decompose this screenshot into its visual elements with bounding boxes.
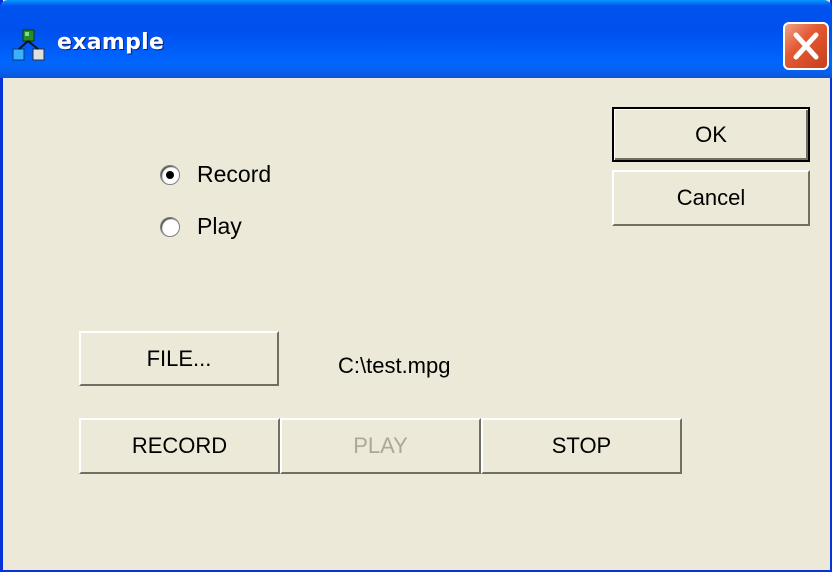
file-button-label: FILE... — [146, 345, 212, 371]
radio-selected-dot — [166, 170, 174, 179]
cancel-button-label: Cancel — [676, 185, 746, 210]
close-button[interactable] — [783, 22, 829, 70]
file-button[interactable]: FILE... — [79, 331, 279, 386]
stop-button-label: STOP — [551, 433, 612, 458]
play-button[interactable]: PLAY — [280, 418, 481, 474]
file-path-label: C:\test.mpg — [338, 353, 451, 378]
play-button-label: PLAY — [353, 433, 408, 458]
record-button[interactable]: RECORD — [79, 418, 280, 474]
title-bar[interactable]: example — [0, 0, 832, 78]
radio-play[interactable]: Play — [160, 213, 242, 240]
stop-button[interactable]: STOP — [481, 418, 682, 474]
radio-record[interactable]: Record — [160, 161, 271, 188]
radio-play-label: Play — [197, 213, 242, 239]
radio-record-label: Record — [197, 161, 272, 187]
record-button-label: RECORD — [131, 433, 228, 458]
ok-button[interactable]: OK — [612, 107, 810, 162]
dialog-window: example OK Cancel Record Play FILE... C:… — [0, 0, 832, 572]
radio-record-circle[interactable] — [160, 164, 180, 185]
radio-play-circle[interactable] — [160, 216, 180, 237]
cancel-button[interactable]: Cancel — [612, 170, 810, 226]
application-icon — [12, 29, 45, 61]
window-title: example — [57, 30, 165, 55]
ok-button-label: OK — [695, 121, 727, 147]
close-x-icon — [793, 32, 819, 60]
